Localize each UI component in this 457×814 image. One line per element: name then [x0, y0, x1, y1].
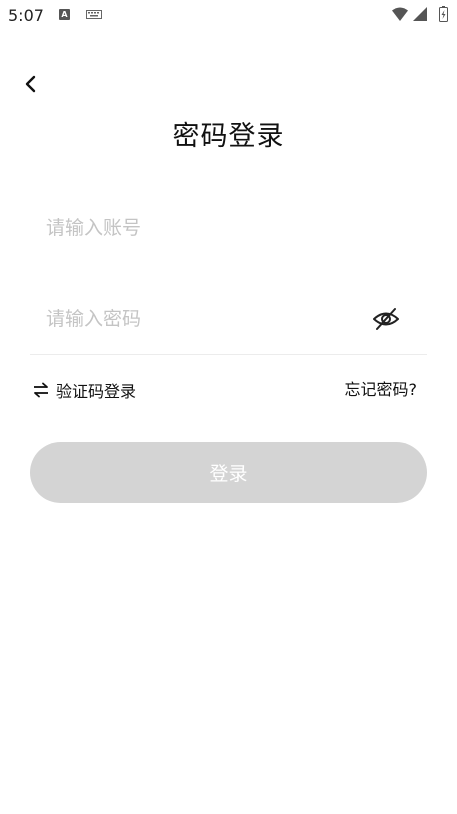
password-input[interactable]	[46, 301, 356, 337]
account-input[interactable]	[46, 210, 416, 246]
status-bar: 5:07 A	[0, 0, 457, 30]
divider	[30, 354, 427, 355]
keyboard-icon	[86, 10, 102, 19]
page-title: 密码登录	[172, 121, 285, 152]
login-button[interactable]: 登录	[30, 442, 427, 503]
signal-icon	[413, 7, 427, 21]
chevron-left-icon[interactable]	[18, 70, 44, 98]
switch-arrows-icon	[34, 382, 48, 398]
eye-off-icon[interactable]	[371, 305, 401, 333]
sms-login-link[interactable]: 验证码登录	[32, 378, 136, 402]
forgot-password-link[interactable]: 忘记密码?	[345, 376, 418, 400]
battery-icon	[439, 6, 448, 22]
sms-login-label: 验证码登录	[56, 382, 137, 401]
wifi-icon	[392, 7, 408, 21]
a-notification-icon: A	[59, 9, 70, 20]
status-time: 5:07	[8, 6, 44, 25]
